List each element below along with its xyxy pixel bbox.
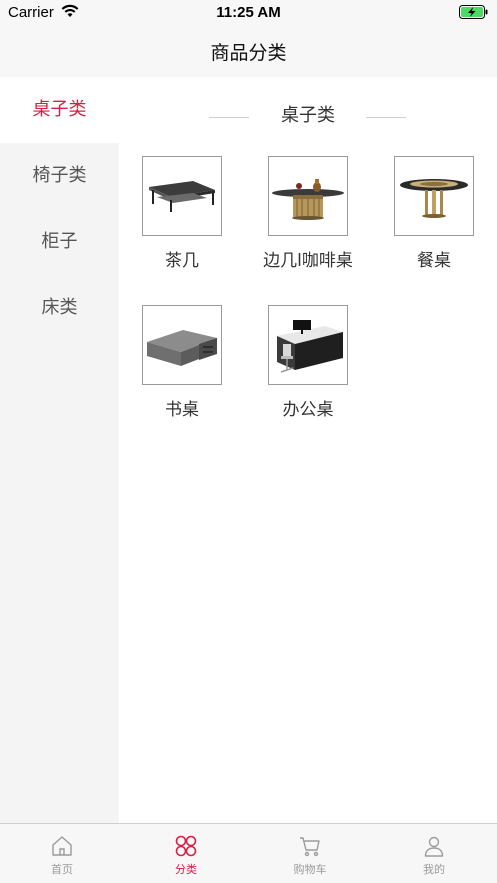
- battery-charging-icon: [459, 5, 488, 19]
- user-icon: [424, 836, 444, 857]
- tab-label: 购物车: [293, 863, 327, 876]
- sidebar-item-chairs[interactable]: 椅子类: [0, 143, 119, 209]
- sidebar-item-beds[interactable]: 床类: [0, 275, 119, 341]
- office-desk-image: [268, 305, 348, 385]
- product-name: 办公桌: [282, 400, 334, 420]
- product-name: 边几l咖啡桌: [263, 251, 353, 271]
- tab-category[interactable]: 分类: [124, 824, 248, 883]
- status-time: 11:25 AM: [216, 4, 281, 21]
- tab-profile[interactable]: 我的: [372, 824, 496, 883]
- tab-bar: 首页 分类 购物车 我的: [0, 823, 497, 883]
- cart-icon: [300, 837, 320, 857]
- product-name: 餐桌: [417, 251, 451, 271]
- page-title: 商品分类: [210, 42, 287, 64]
- dining-table-image: [394, 156, 474, 236]
- sidebar-item-cabinets[interactable]: 柜子: [0, 209, 119, 275]
- coffee-table-image: [142, 156, 222, 236]
- sidebar-item-tables[interactable]: 桌子类: [0, 77, 119, 143]
- side-table-image: [268, 156, 348, 236]
- category-sidebar: 桌子类 椅子类 柜子 床类: [0, 77, 119, 823]
- tab-cart[interactable]: 购物车: [248, 824, 372, 883]
- section-divider-right: [366, 117, 406, 118]
- category-icon: [175, 835, 197, 857]
- tab-label: 分类: [175, 863, 197, 876]
- product-name: 书桌: [165, 400, 199, 420]
- tab-label: 我的: [423, 863, 445, 876]
- category-content: 桌子类 茶几 边几l咖啡桌 餐桌 书桌 办公桌: [119, 77, 497, 823]
- tab-label: 首页: [51, 863, 73, 876]
- tab-home[interactable]: 首页: [0, 824, 124, 883]
- home-icon: [52, 836, 72, 856]
- status-bar: Carrier 11:25 AM: [0, 0, 497, 26]
- section-title: 桌子类: [281, 105, 335, 126]
- product-name: 茶几: [165, 251, 199, 271]
- nav-bar: 商品分类: [0, 26, 497, 77]
- desk-image: [142, 305, 222, 385]
